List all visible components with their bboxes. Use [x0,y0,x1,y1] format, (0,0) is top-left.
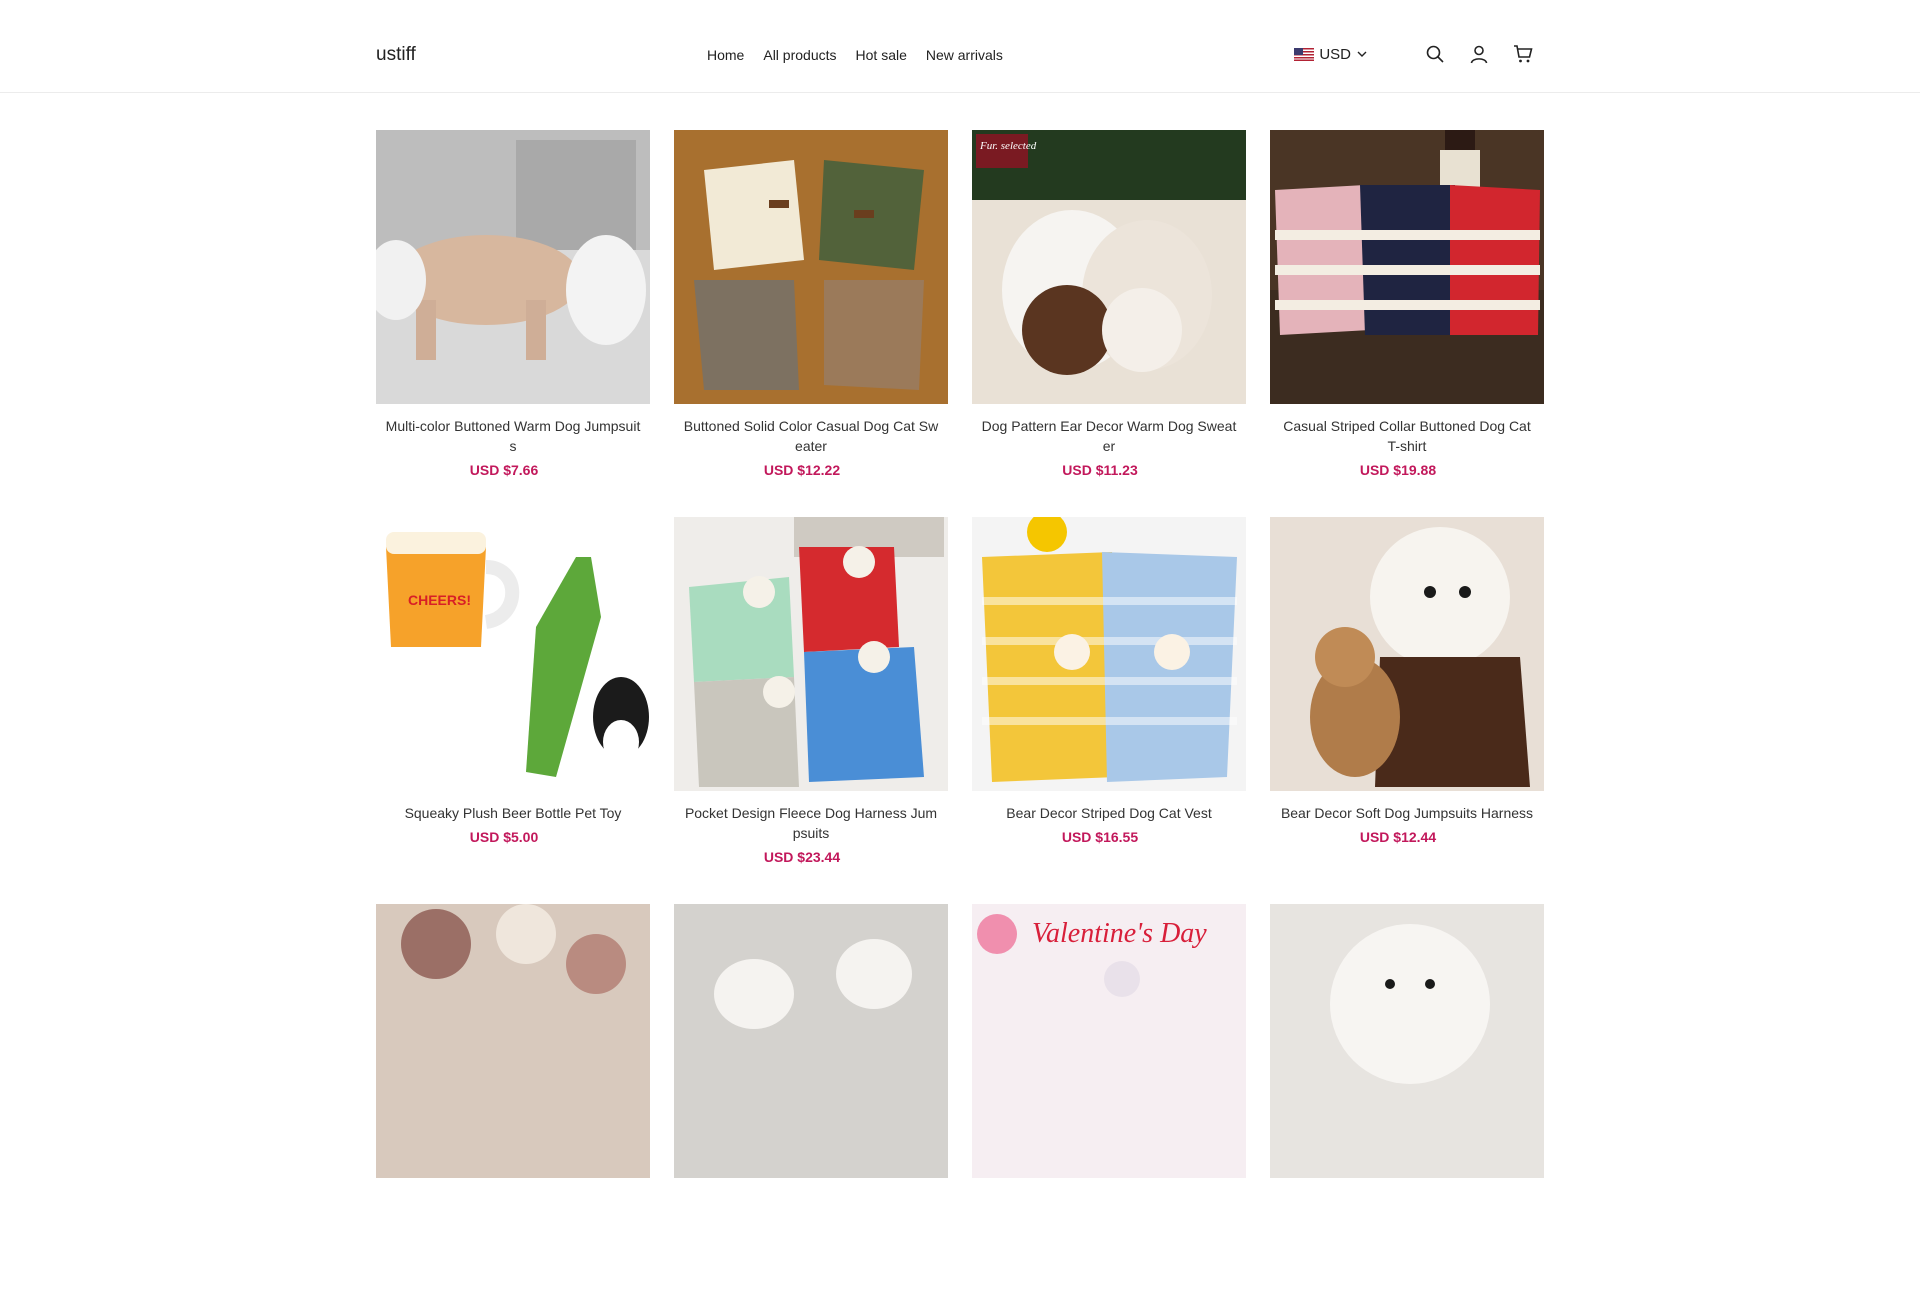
currency-selector[interactable]: USD [1294,46,1368,63]
product-image[interactable] [674,904,948,1178]
product-card[interactable]: Buttoned Solid Color Casual Dog Cat Swea… [674,130,948,517]
product-title[interactable]: Pocket Design Fleece Dog Harness Jumpsui… [682,803,940,843]
product-title[interactable]: Buttoned Solid Color Casual Dog Cat Swea… [682,416,940,456]
product-image[interactable] [674,517,948,791]
product-image[interactable]: Fur. selected [972,130,1246,404]
product-card[interactable] [674,904,948,1291]
product-price: USD $7.66 [469,462,539,478]
product-image[interactable] [1270,130,1544,404]
product-price: USD $12.44 [1359,829,1437,845]
product-card[interactable]: Bear Decor Soft Dog Jumpsuits Harness US… [1270,517,1544,904]
product-price: USD $11.23 [1062,462,1138,478]
product-image[interactable]: Valentine's Day [972,904,1246,1178]
header-tools: USD [1294,43,1534,65]
product-card[interactable]: Fur. selected Dog Pattern Ear Decor Warm… [972,130,1246,517]
product-title[interactable]: Bear Decor Striped Dog Cat Vest [980,803,1238,823]
chevron-down-icon [1357,51,1367,57]
cart-button[interactable] [1512,43,1534,65]
nav-hot-sale[interactable]: Hot sale [856,47,907,63]
cart-icon [1514,45,1533,63]
store-logo[interactable]: ustiff [376,44,416,66]
product-image[interactable] [972,517,1246,791]
product-title[interactable]: Squeaky Plush Beer Bottle Pet Toy [384,803,642,823]
search-icon [1426,45,1444,63]
nav-new-arrivals[interactable]: New arrivals [926,47,1003,63]
product-image[interactable] [376,130,650,404]
product-card[interactable]: Valentine's Day [972,904,1246,1291]
product-price: USD $12.22 [763,462,841,478]
product-title[interactable]: Bear Decor Soft Dog Jumpsuits Harness [1278,803,1536,823]
product-card[interactable] [1270,904,1544,1291]
image-badge-text: Valentine's Day [1032,918,1207,949]
product-card[interactable]: Bear Decor Striped Dog Cat Vest USD $16.… [972,517,1246,904]
product-title[interactable]: Casual Striped Collar Buttoned Dog Cat T… [1278,416,1536,456]
product-card[interactable]: Multi-color Buttoned Warm Dog Jumpsuits … [376,130,650,517]
site-header: ustiff Home All products Hot sale New ar… [0,0,1920,93]
search-button[interactable] [1424,43,1446,65]
product-card[interactable]: Casual Striped Collar Buttoned Dog Cat T… [1270,130,1544,517]
us-flag-icon [1294,47,1315,61]
main-nav: Home All products Hot sale New arrivals [707,47,1003,63]
image-badge-text: CHEERS! [408,592,471,608]
currency-label: USD [1319,45,1351,63]
product-card[interactable] [376,904,650,1291]
product-title[interactable]: Dog Pattern Ear Decor Warm Dog Sweater [980,416,1238,456]
product-card[interactable]: CHEERS! Squeaky Plush Beer Bottle Pet To… [376,517,650,904]
nav-all-products[interactable]: All products [763,47,836,63]
product-image[interactable] [376,904,650,1178]
account-button[interactable] [1468,43,1490,65]
product-image[interactable]: CHEERS! [376,517,650,791]
product-image[interactable] [1270,517,1544,791]
image-badge-text: Fur. selected [979,140,1037,152]
product-title[interactable]: Multi-color Buttoned Warm Dog Jumpsuits [384,416,642,456]
product-image[interactable] [674,130,948,404]
product-price: USD $5.00 [469,829,539,845]
product-grid: Multi-color Buttoned Warm Dog Jumpsuits … [376,130,1544,1291]
product-card[interactable]: Pocket Design Fleece Dog Harness Jumpsui… [674,517,948,904]
product-price: USD $16.55 [1061,829,1139,845]
product-price: USD $19.88 [1359,462,1437,478]
nav-home[interactable]: Home [707,47,744,63]
user-icon [1470,45,1488,64]
product-price: USD $23.44 [763,849,841,865]
product-image[interactable] [1270,904,1544,1178]
